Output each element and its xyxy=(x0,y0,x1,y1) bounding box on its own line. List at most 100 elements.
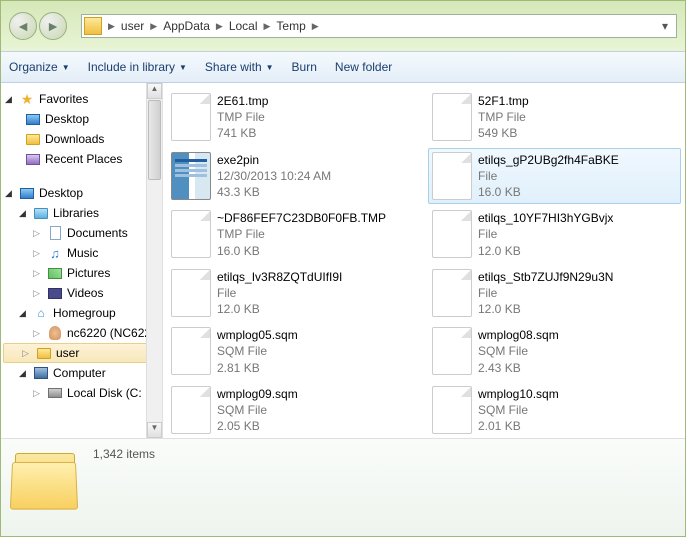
file-icon xyxy=(171,327,211,375)
file-type: TMP File xyxy=(217,226,386,242)
folder-icon xyxy=(26,134,40,145)
tree-item-pictures[interactable]: ▷ Pictures xyxy=(1,263,162,283)
tree-item-homegroup[interactable]: ◢⌂Homegroup xyxy=(1,303,162,323)
file-item[interactable]: wmplog10.sqmSQM File2.01 KB xyxy=(428,382,681,438)
chevron-right-icon[interactable]: ▶ xyxy=(106,21,117,32)
file-type: File xyxy=(217,285,342,301)
tree-label: Documents xyxy=(67,226,128,240)
file-icon xyxy=(432,93,472,141)
file-name: etilqs_10YF7HI3hYGBvjx xyxy=(478,210,613,226)
expand-icon[interactable]: ▷ xyxy=(33,268,43,279)
collapse-icon[interactable]: ◢ xyxy=(19,208,29,219)
tree-label: Computer xyxy=(53,366,106,380)
tree-item-libraries[interactable]: ◢Libraries xyxy=(1,203,162,223)
file-size: 43.3 KB xyxy=(217,184,331,200)
breadcrumb[interactable]: user xyxy=(117,19,148,33)
scroll-up-button[interactable]: ▲ xyxy=(147,83,162,99)
chevron-right-icon[interactable]: ▶ xyxy=(310,21,321,32)
file-size: 12.0 KB xyxy=(478,301,613,317)
file-size: 2.81 KB xyxy=(217,360,298,376)
file-item[interactable]: wmplog09.sqmSQM File2.05 KB xyxy=(167,382,420,438)
tree-label: Desktop xyxy=(39,186,83,200)
chevron-right-icon[interactable]: ▶ xyxy=(214,21,225,32)
application-icon xyxy=(171,152,211,200)
chevron-right-icon[interactable]: ▶ xyxy=(262,21,273,32)
file-item[interactable]: etilqs_gP2UBg2fh4FaBKEFile16.0 KB xyxy=(428,148,681,205)
tree-item-downloads[interactable]: Downloads xyxy=(1,129,162,149)
expand-icon[interactable]: ▷ xyxy=(22,348,32,359)
file-name: etilqs_Iv3R8ZQTdUIfI9I xyxy=(217,269,342,285)
details-pane: 1,342 items xyxy=(1,438,685,536)
collapse-icon[interactable]: ◢ xyxy=(5,188,15,199)
expand-icon[interactable]: ▷ xyxy=(33,328,43,339)
file-item[interactable]: 2E61.tmpTMP File741 KB xyxy=(167,89,420,146)
scroll-thumb[interactable] xyxy=(148,100,161,180)
file-item[interactable]: wmplog08.sqmSQM File2.43 KB xyxy=(428,323,681,380)
breadcrumb[interactable]: Local xyxy=(225,19,262,33)
tree-label: Recent Places xyxy=(45,152,122,166)
expand-icon[interactable]: ▷ xyxy=(33,388,43,399)
tree-item-local-disk[interactable]: ▷Local Disk (C: xyxy=(1,383,162,403)
file-item[interactable]: etilqs_10YF7HI3hYGBvjxFile12.0 KB xyxy=(428,206,681,263)
tree-label: nc6220 (NC622 xyxy=(67,326,151,340)
breadcrumb[interactable]: AppData xyxy=(159,19,214,33)
file-size: 2.05 KB xyxy=(217,418,298,434)
folder-icon xyxy=(37,348,51,359)
burn-button[interactable]: Burn xyxy=(292,60,317,74)
file-item[interactable]: etilqs_Iv3R8ZQTdUIfI9IFile12.0 KB xyxy=(167,265,420,322)
tree-item-desktop[interactable]: Desktop xyxy=(1,109,162,129)
collapse-icon[interactable]: ◢ xyxy=(5,94,15,105)
chevron-right-icon[interactable]: ▶ xyxy=(148,21,159,32)
libraries-icon xyxy=(34,208,48,219)
tree-item-computer[interactable]: ◢ Computer xyxy=(1,363,162,383)
collapse-icon[interactable]: ◢ xyxy=(19,308,29,319)
tree-label: Pictures xyxy=(67,266,110,280)
address-dropdown[interactable]: ▾ xyxy=(656,19,674,33)
file-type: TMP File xyxy=(478,109,529,125)
tree-item-documents[interactable]: ▷ Documents xyxy=(1,223,162,243)
organize-menu[interactable]: Organize▼ xyxy=(9,60,70,74)
tree-item-music[interactable]: ▷♫Music xyxy=(1,243,162,263)
file-size: 12.0 KB xyxy=(478,243,613,259)
expand-icon[interactable]: ▷ xyxy=(33,228,43,239)
file-item[interactable]: wmplog05.sqmSQM File2.81 KB xyxy=(167,323,420,380)
sidebar-scrollbar[interactable]: ▲ ▼ xyxy=(146,83,162,438)
address-bar[interactable]: ▶ user ▶ AppData ▶ Local ▶ Temp ▶ ▾ xyxy=(81,14,677,38)
file-type: SQM File xyxy=(478,402,559,418)
file-name: 52F1.tmp xyxy=(478,93,529,109)
tree-label: Desktop xyxy=(45,112,89,126)
file-size: 16.0 KB xyxy=(217,243,386,259)
file-name: wmplog05.sqm xyxy=(217,327,298,343)
computer-icon xyxy=(34,367,48,379)
expand-icon[interactable]: ▷ xyxy=(33,248,43,259)
tree-item-desktop-root[interactable]: ◢ Desktop xyxy=(1,183,162,203)
file-name: wmplog09.sqm xyxy=(217,386,298,402)
back-button[interactable]: ◄ xyxy=(9,12,37,40)
file-item[interactable]: exe2pin12/30/2013 10:24 AM43.3 KB xyxy=(167,148,420,205)
include-library-menu[interactable]: Include in library▼ xyxy=(88,60,187,74)
tree-item-videos[interactable]: ▷Videos xyxy=(1,283,162,303)
breadcrumb[interactable]: Temp xyxy=(272,19,309,33)
scroll-down-button[interactable]: ▼ xyxy=(147,422,162,438)
item-count: 1,342 items xyxy=(93,445,155,461)
tree-item-recent[interactable]: Recent Places xyxy=(1,149,162,169)
new-folder-button[interactable]: New folder xyxy=(335,60,392,74)
file-icon xyxy=(432,269,472,317)
file-list[interactable]: 2E61.tmpTMP File741 KB52F1.tmpTMP File54… xyxy=(163,83,685,438)
file-icon xyxy=(171,210,211,258)
collapse-icon[interactable]: ◢ xyxy=(19,368,29,379)
tree-item-user[interactable]: ▷user xyxy=(3,343,160,363)
share-with-menu[interactable]: Share with▼ xyxy=(205,60,274,74)
expand-icon[interactable]: ▷ xyxy=(33,288,43,299)
toolbar: Organize▼ Include in library▼ Share with… xyxy=(1,51,685,83)
file-name: ~DF86FEF7C23DB0F0FB.TMP xyxy=(217,210,386,226)
file-item[interactable]: 52F1.tmpTMP File549 KB xyxy=(428,89,681,146)
file-name: wmplog08.sqm xyxy=(478,327,559,343)
tree-item-favorites[interactable]: ◢★Favorites xyxy=(1,89,162,109)
file-item[interactable]: ~DF86FEF7C23DB0F0FB.TMPTMP File16.0 KB xyxy=(167,206,420,263)
tree-item-nc6220[interactable]: ▷ nc6220 (NC622 xyxy=(1,323,162,343)
forward-button[interactable]: ► xyxy=(39,12,67,40)
music-icon: ♫ xyxy=(47,245,63,261)
file-type: 12/30/2013 10:24 AM xyxy=(217,168,331,184)
file-item[interactable]: etilqs_Stb7ZUJf9N29u3NFile12.0 KB xyxy=(428,265,681,322)
